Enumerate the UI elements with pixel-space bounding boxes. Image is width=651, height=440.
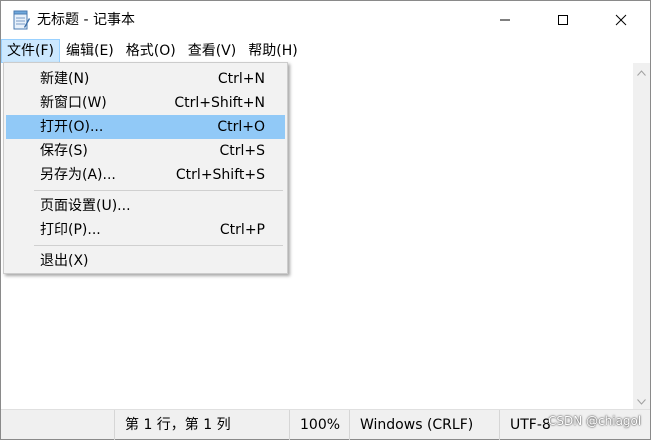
menu-separator	[34, 190, 283, 191]
window-title: 无标题 - 记事本	[37, 12, 135, 28]
maximize-button[interactable]	[534, 1, 592, 39]
menu-separator	[34, 245, 283, 246]
cursor-position: 第 1 行，第 1 列	[114, 410, 289, 440]
menu-item-label: 退出(X)	[40, 253, 89, 269]
menu-item-new-window[interactable]: 新窗口(W) Ctrl+Shift+N	[6, 91, 285, 115]
menu-edit[interactable]: 编辑(E)	[60, 39, 120, 63]
menu-item-label: 新窗口(W)	[40, 95, 107, 111]
menu-item-shortcut: Ctrl+O	[217, 119, 265, 135]
menu-item-save[interactable]: 保存(S) Ctrl+S	[6, 139, 285, 163]
menu-item-exit[interactable]: 退出(X)	[6, 249, 285, 273]
menu-item-label: 打开(O)...	[40, 119, 104, 135]
menu-item-label: 保存(S)	[40, 143, 88, 159]
menu-item-new[interactable]: 新建(N) Ctrl+N	[6, 67, 285, 91]
notepad-icon	[11, 10, 31, 30]
menu-item-save-as[interactable]: 另存为(A)... Ctrl+Shift+S	[6, 163, 285, 187]
menu-item-label: 页面设置(U)...	[40, 198, 131, 214]
menu-bar: 文件(F) 编辑(E) 格式(O) 查看(V) 帮助(H)	[1, 39, 650, 63]
menu-item-shortcut: Ctrl+N	[217, 71, 265, 87]
menu-format[interactable]: 格式(O)	[120, 39, 182, 63]
menu-item-shortcut: Ctrl+S	[219, 143, 265, 159]
minimize-button[interactable]	[476, 1, 534, 39]
menu-file[interactable]: 文件(F)	[1, 39, 60, 63]
menu-item-label: 新建(N)	[40, 71, 90, 87]
menu-item-open[interactable]: 打开(O)... Ctrl+O	[6, 115, 285, 139]
menu-item-shortcut: Ctrl+Shift+S	[175, 167, 265, 183]
menu-item-print[interactable]: 打印(P)... Ctrl+P	[6, 218, 285, 242]
menu-help[interactable]: 帮助(H)	[242, 39, 303, 63]
title-bar[interactable]: 无标题 - 记事本	[1, 1, 650, 39]
minimize-icon	[499, 14, 511, 26]
scroll-down-button[interactable]	[633, 392, 650, 409]
menu-view[interactable]: 查看(V)	[182, 39, 243, 63]
chevron-down-icon	[637, 393, 646, 409]
file-menu-dropdown: 新建(N) Ctrl+N 新窗口(W) Ctrl+Shift+N 打开(O)..…	[3, 62, 288, 274]
chevron-up-icon	[637, 64, 646, 80]
scroll-up-button[interactable]	[633, 63, 650, 80]
line-ending: Windows (CRLF)	[349, 410, 499, 440]
watermark: CSDN @chiagol	[548, 414, 642, 428]
menu-item-shortcut: Ctrl+Shift+N	[174, 95, 265, 111]
close-button[interactable]	[592, 1, 650, 39]
menu-item-label: 打印(P)...	[40, 222, 101, 238]
maximize-icon	[557, 14, 569, 26]
zoom-level: 100%	[289, 410, 349, 440]
menu-item-page-setup[interactable]: 页面设置(U)...	[6, 194, 285, 218]
close-icon	[615, 14, 627, 26]
vertical-scrollbar[interactable]	[633, 63, 650, 409]
menu-item-label: 另存为(A)...	[40, 167, 116, 183]
menu-item-shortcut: Ctrl+P	[219, 222, 265, 238]
